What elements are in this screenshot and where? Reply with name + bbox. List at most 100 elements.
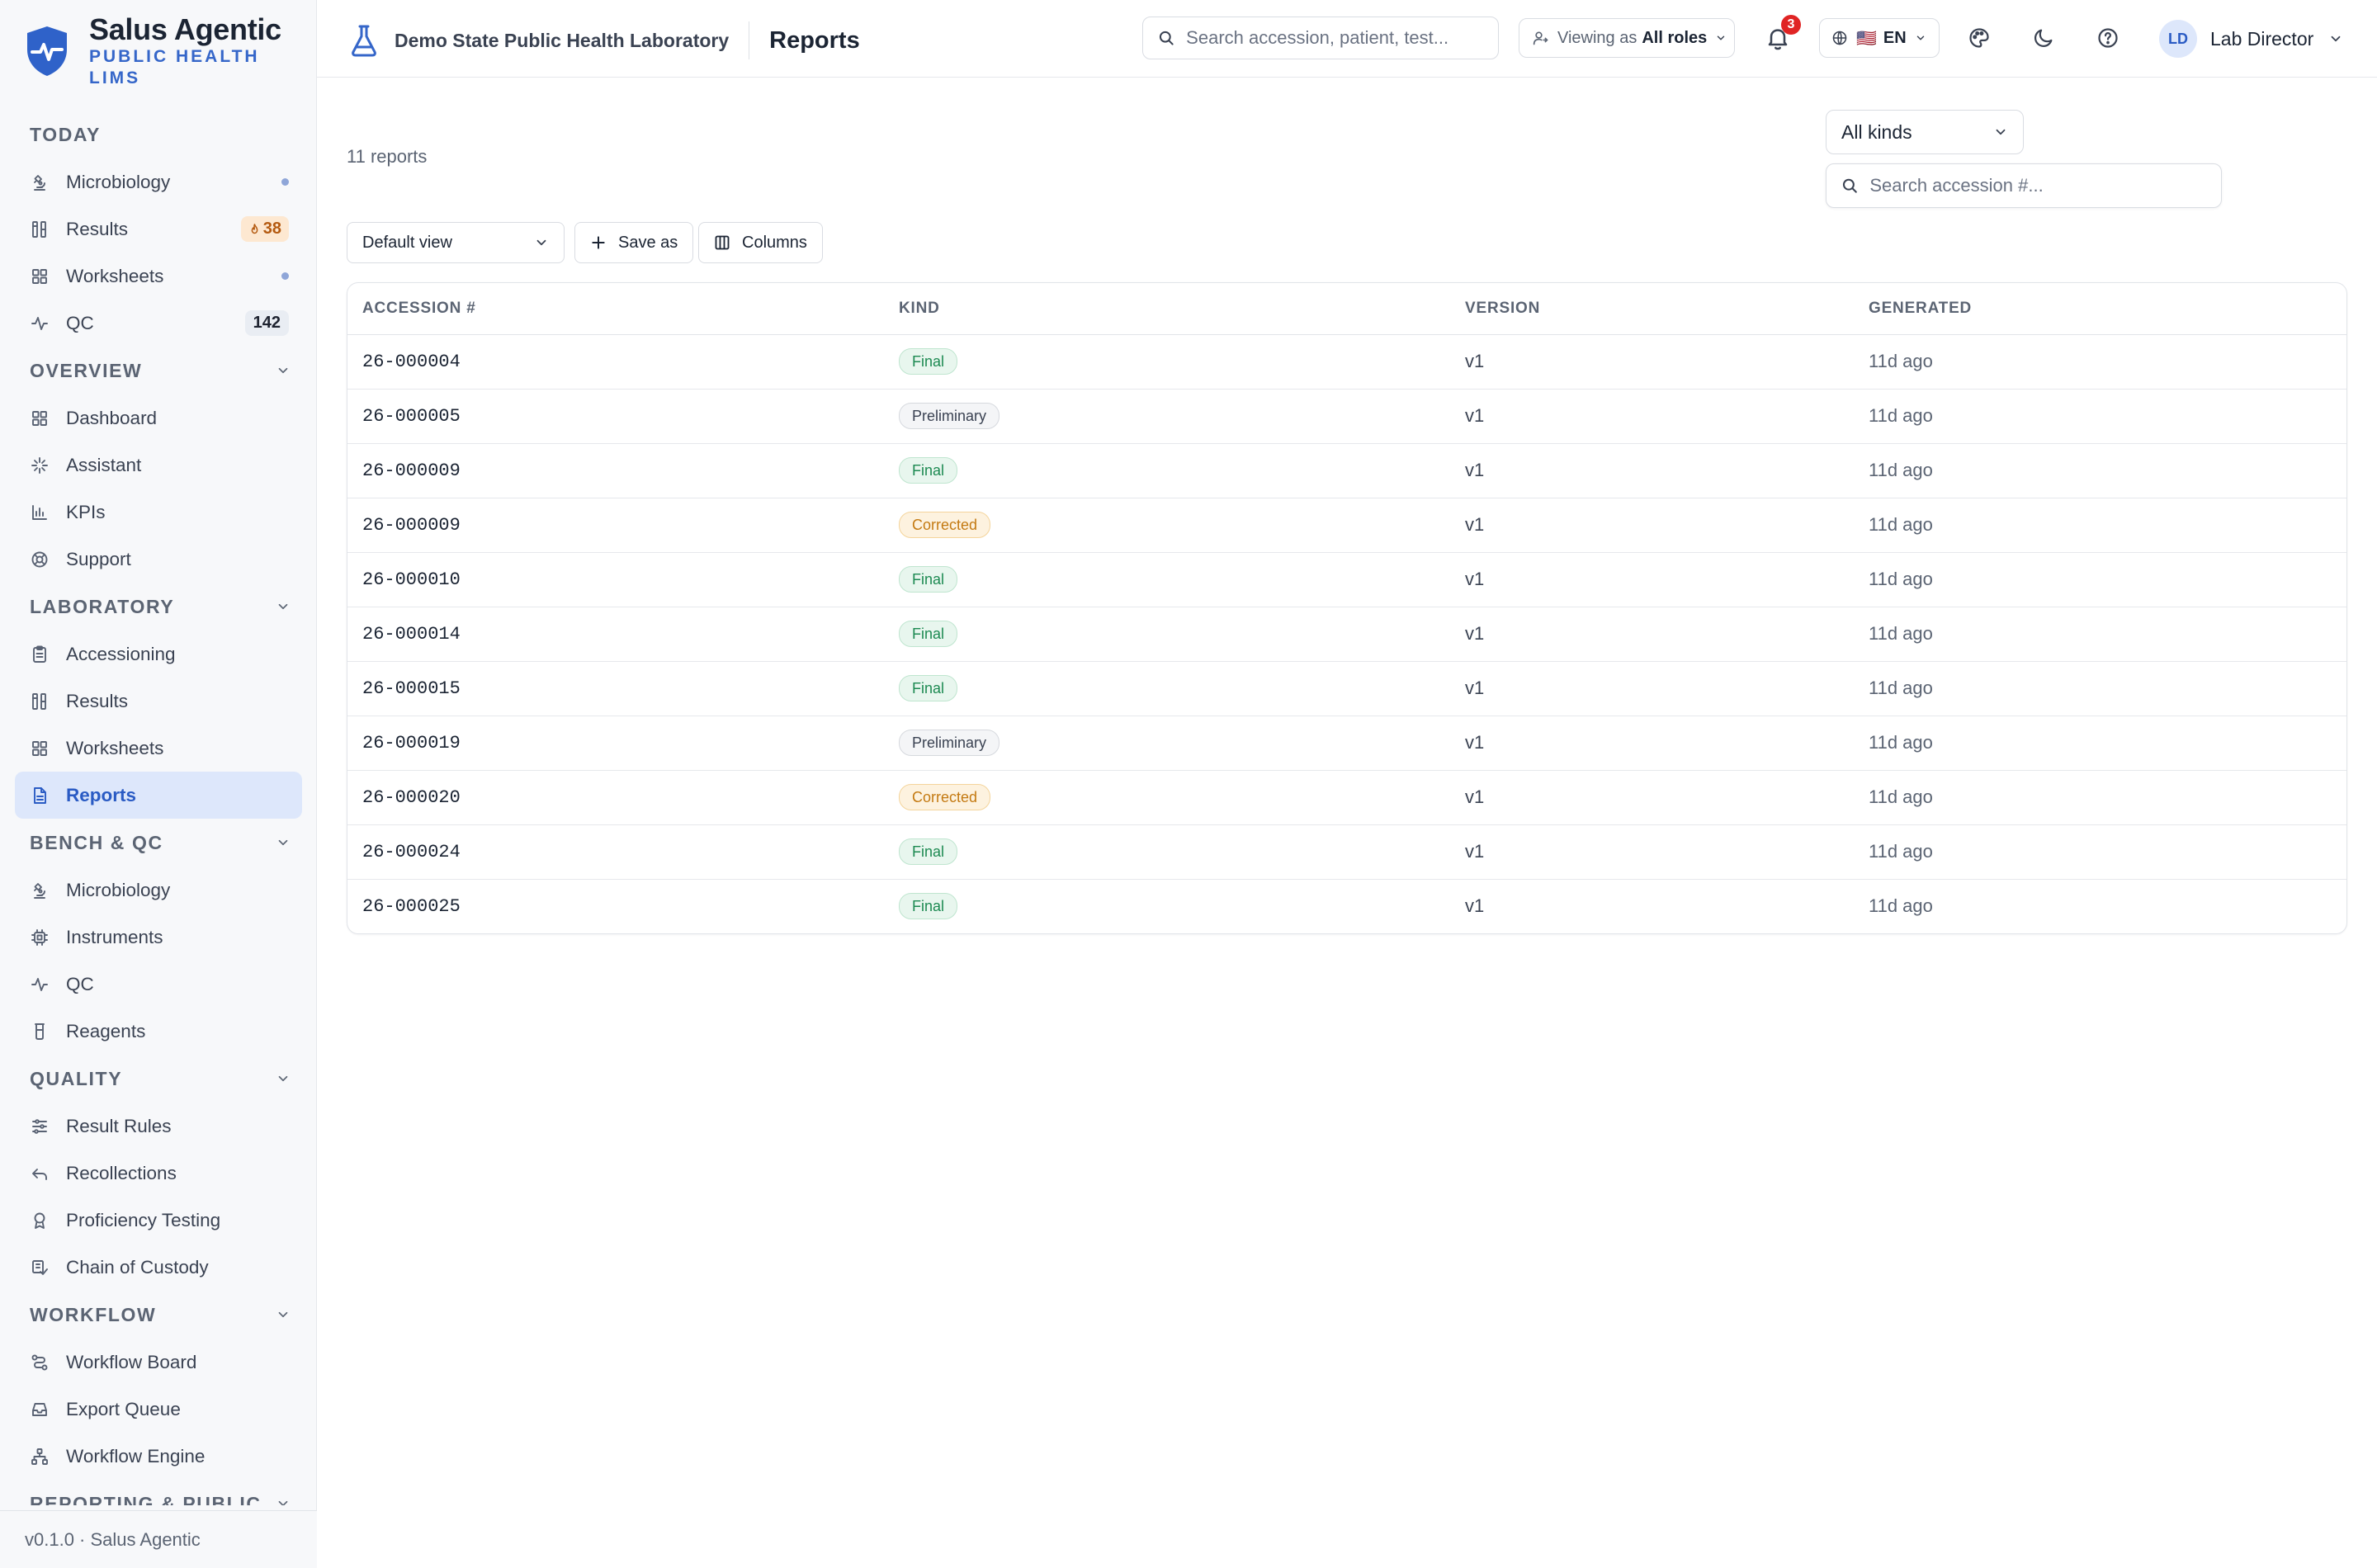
sidebar-item-kpis[interactable]: KPIs bbox=[15, 489, 302, 536]
column-header-kind[interactable]: KIND bbox=[884, 283, 1450, 335]
sidebar-nav: TODAY Microbiology Results 38 Worksheets QC 14… bbox=[15, 111, 302, 1505]
sidebar-item-results[interactable]: Results 38 bbox=[15, 205, 302, 253]
accession-cell[interactable]: 26-000014 bbox=[347, 607, 884, 662]
sidebar-item-label: Results bbox=[66, 690, 129, 711]
avatar: LD bbox=[2159, 20, 2197, 58]
sidebar-item-label: Recollections bbox=[66, 1162, 177, 1183]
chevron-down-icon bbox=[278, 1075, 288, 1082]
urgent-count-badge: 38 bbox=[240, 216, 289, 242]
brand-name: Salus Agentic bbox=[89, 12, 281, 46]
sidebar-item-worksheets[interactable]: Worksheets bbox=[15, 725, 302, 772]
undo-icon bbox=[32, 1168, 47, 1180]
table-row[interactable]: 26-000020 Corrected v1 11d ago bbox=[347, 770, 2346, 825]
kind-cell: Preliminary bbox=[884, 716, 1450, 771]
search-icon bbox=[1159, 31, 1174, 45]
org-name[interactable]: Demo State Public Health Laboratory bbox=[395, 30, 729, 52]
sidebar-item-qc[interactable]: QC 142 bbox=[15, 300, 302, 347]
palette-icon[interactable] bbox=[1968, 26, 1991, 50]
accession-cell[interactable]: 26-000020 bbox=[347, 770, 884, 825]
accession-cell[interactable]: 26-000009 bbox=[347, 498, 884, 553]
viewing-value: All roles bbox=[1642, 28, 1708, 47]
moon-icon[interactable] bbox=[2032, 26, 2055, 50]
user-menu[interactable]: LD Lab Director bbox=[2159, 20, 2343, 58]
saved-view-select[interactable]: Default view bbox=[347, 222, 565, 263]
sidebar-item-recollections[interactable]: Recollections bbox=[15, 1150, 302, 1197]
table-row[interactable]: 26-000015 Final v1 11d ago bbox=[347, 661, 2346, 716]
table-row[interactable]: 26-000005 Preliminary v1 11d ago bbox=[347, 389, 2346, 444]
accession-cell[interactable]: 26-000025 bbox=[347, 879, 884, 933]
columns-button[interactable]: Columns bbox=[698, 222, 823, 263]
role-selector[interactable]: Viewing as All roles bbox=[1519, 18, 1735, 58]
save-as-button[interactable]: Save as bbox=[574, 222, 694, 263]
sidebar-section-workflow[interactable]: WORKFLOW bbox=[15, 1291, 302, 1339]
sidebar-item-reports[interactable]: Reports bbox=[15, 772, 302, 819]
table-row[interactable]: 26-000014 Final v1 11d ago bbox=[347, 607, 2346, 662]
column-header-version[interactable]: VERSION bbox=[1450, 283, 1854, 335]
sidebar-section-overview[interactable]: OVERVIEW bbox=[15, 347, 302, 394]
kind-cell: Final bbox=[884, 879, 1450, 933]
sidebar-item-label: Microbiology bbox=[66, 879, 171, 900]
brand[interactable]: Salus Agentic PUBLIC HEALTH LIMS bbox=[25, 13, 281, 89]
sidebar-item-workflow-engine[interactable]: Workflow Engine bbox=[15, 1433, 302, 1480]
sidebar-item-microbiology[interactable]: Microbiology bbox=[15, 158, 302, 205]
sidebar-item-reagents[interactable]: Reagents bbox=[15, 1008, 302, 1055]
urgent-count: 38 bbox=[262, 220, 281, 238]
search-icon bbox=[1842, 178, 1857, 193]
kind-cell: Corrected bbox=[884, 498, 1450, 553]
accession-search[interactable] bbox=[1826, 163, 2222, 208]
sidebar-section-reporting-and-public[interactable]: REPORTING & PUBLIC bbox=[15, 1480, 302, 1505]
accession-cell[interactable]: 26-000024 bbox=[347, 824, 884, 880]
table-header-row: ACCESSION # KIND VERSION GENERATED bbox=[347, 283, 2346, 335]
accession-cell[interactable]: 26-000004 bbox=[347, 334, 884, 390]
sidebar-item-worksheets[interactable]: Worksheets bbox=[15, 253, 302, 300]
sidebar-item-dashboard[interactable]: Dashboard bbox=[15, 394, 302, 442]
accession-cell[interactable]: 26-000015 bbox=[347, 661, 884, 716]
global-search[interactable] bbox=[1142, 17, 1499, 59]
generated-cell: 11d ago bbox=[1854, 552, 2346, 607]
language-selector[interactable]: 🇺🇸 EN bbox=[1819, 18, 1940, 58]
sidebar-item-label: Worksheets bbox=[66, 737, 164, 758]
network-icon bbox=[31, 1448, 48, 1465]
sidebar-item-workflow-board[interactable]: Workflow Board bbox=[15, 1339, 302, 1386]
sidebar-item-microbiology[interactable]: Microbiology bbox=[15, 867, 302, 914]
accession-search-input[interactable] bbox=[1869, 175, 2221, 196]
table-row[interactable]: 26-000004 Final v1 11d ago bbox=[347, 334, 2346, 390]
kind-filter-select[interactable]: All kinds bbox=[1826, 110, 2024, 154]
sidebar-item-proficiency-testing[interactable]: Proficiency Testing bbox=[15, 1197, 302, 1244]
column-header-generated[interactable]: GENERATED bbox=[1854, 283, 2346, 335]
generated-cell: 11d ago bbox=[1854, 770, 2346, 825]
table-row[interactable]: 26-000010 Final v1 11d ago bbox=[347, 552, 2346, 607]
version-cell: v1 bbox=[1450, 334, 1854, 390]
grid-icon bbox=[32, 740, 47, 756]
accession-cell[interactable]: 26-000019 bbox=[347, 716, 884, 771]
global-search-input[interactable] bbox=[1186, 27, 1498, 49]
accession-cell[interactable]: 26-000005 bbox=[347, 389, 884, 444]
table-row[interactable]: 26-000019 Preliminary v1 11d ago bbox=[347, 716, 2346, 771]
sidebar-item-results[interactable]: Results bbox=[15, 678, 302, 725]
accession-cell[interactable]: 26-000009 bbox=[347, 443, 884, 498]
reports-table: ACCESSION # KIND VERSION GENERATED 26-00… bbox=[347, 282, 2347, 934]
sidebar-item-export-queue[interactable]: Export Queue bbox=[15, 1386, 302, 1433]
chevron-down-icon bbox=[278, 1311, 288, 1318]
sidebar-section-title: LABORATORY bbox=[30, 595, 175, 617]
sidebar-item-accessioning[interactable]: Accessioning bbox=[15, 631, 302, 678]
sidebar-item-label: Proficiency Testing bbox=[66, 1209, 221, 1230]
table-row[interactable]: 26-000009 Corrected v1 11d ago bbox=[347, 498, 2346, 553]
help-icon[interactable] bbox=[2096, 26, 2119, 50]
accession-cell[interactable]: 26-000010 bbox=[347, 552, 884, 607]
table-row[interactable]: 26-000024 Final v1 11d ago bbox=[347, 824, 2346, 880]
sidebar-section-laboratory[interactable]: LABORATORY bbox=[15, 583, 302, 631]
sidebar-item-result-rules[interactable]: Result Rules bbox=[15, 1103, 302, 1150]
column-header-accession[interactable]: ACCESSION # bbox=[347, 283, 884, 335]
sidebar-section-bench-and-qc[interactable]: BENCH & QC bbox=[15, 819, 302, 867]
table-row[interactable]: 26-000009 Final v1 11d ago bbox=[347, 443, 2346, 498]
sidebar-item-instruments[interactable]: Instruments bbox=[15, 914, 302, 961]
sidebar-item-chain-of-custody[interactable]: Chain of Custody bbox=[15, 1244, 302, 1291]
sidebar-item-qc[interactable]: QC bbox=[15, 961, 302, 1008]
table-row[interactable]: 26-000025 Final v1 11d ago bbox=[347, 879, 2346, 933]
sidebar-item-assistant[interactable]: Assistant bbox=[15, 442, 302, 489]
chevron-down-icon bbox=[278, 367, 288, 374]
sidebar-section-quality[interactable]: QUALITY bbox=[15, 1055, 302, 1103]
sidebar-item-label: Results bbox=[66, 218, 129, 239]
sidebar-item-support[interactable]: Support bbox=[15, 536, 302, 583]
